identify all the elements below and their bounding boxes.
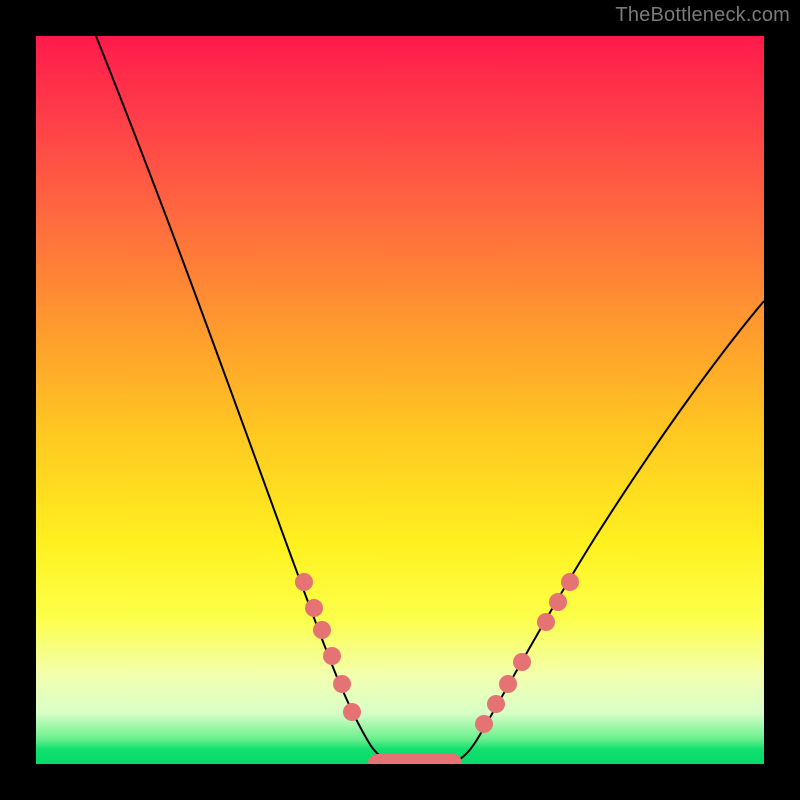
marker-dot [333,675,351,693]
marker-dot [561,573,579,591]
curve-svg [36,36,764,764]
marker-dot [313,621,331,639]
marker-dot [295,573,313,591]
marker-dot [499,675,517,693]
bottleneck-curve [96,36,764,764]
marker-dot [513,653,531,671]
chart-frame: TheBottleneck.com [0,0,800,800]
marker-dot [475,715,493,733]
marker-dot [305,599,323,617]
marker-dot [323,647,341,665]
marker-dot [343,703,361,721]
plot-area [36,36,764,764]
marker-dot [487,695,505,713]
marker-dot [537,613,555,631]
marker-dot [549,593,567,611]
watermark-text: TheBottleneck.com [615,4,790,27]
minimum-pill [368,754,462,764]
